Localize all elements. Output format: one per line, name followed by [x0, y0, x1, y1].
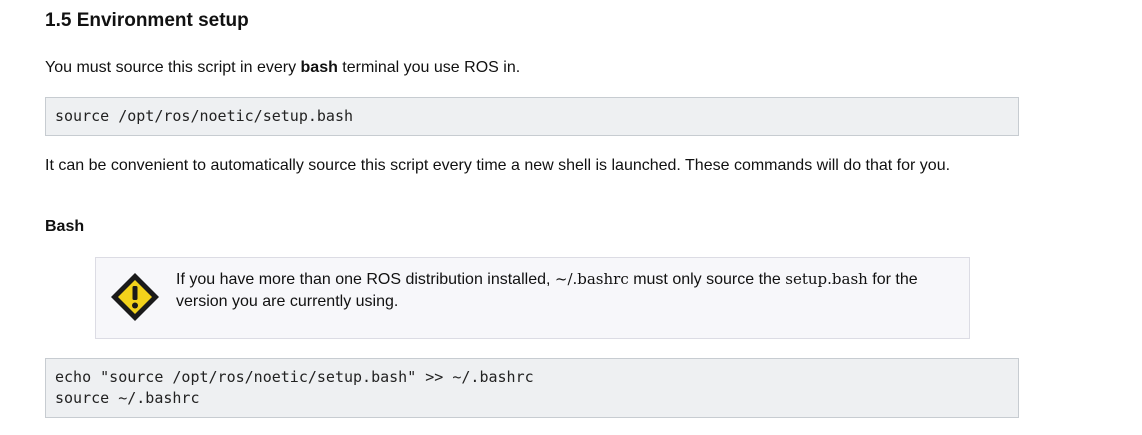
code-block-source[interactable]: source /opt/ros/noetic/setup.bash	[45, 97, 1019, 136]
code-block-bashrc[interactable]: echo "source /opt/ros/noetic/setup.bash"…	[45, 358, 1019, 418]
inline-code-bashrc: ~/.bashrc	[554, 270, 629, 288]
intro-paragraph: You must source this script in every bas…	[45, 58, 520, 78]
section-title: 1.5 Environment setup	[45, 10, 249, 31]
warning-box: If you have more than one ROS distributi…	[95, 257, 970, 339]
bash-subheading: Bash	[45, 218, 85, 235]
intro-bold-bash: bash	[300, 59, 338, 76]
warning-text-middle: must only source the	[628, 271, 786, 288]
warning-text-start: If you have more than one ROS distributi…	[176, 271, 555, 288]
warning-icon	[111, 273, 159, 321]
intro-text-end: terminal you use ROS in.	[337, 59, 521, 76]
intro-text: You must source this script in every	[45, 59, 301, 76]
code-line-echo: echo "source /opt/ros/noetic/setup.bash"…	[55, 368, 534, 386]
warning-text: If you have more than one ROS distributi…	[176, 268, 966, 313]
code-line-source: source ~/.bashrc	[55, 389, 200, 407]
code-line: source /opt/ros/noetic/setup.bash	[55, 107, 354, 125]
auto-source-paragraph: It can be convenient to automatically so…	[45, 157, 951, 174]
inline-code-setup-bash: setup.bash	[785, 270, 868, 288]
